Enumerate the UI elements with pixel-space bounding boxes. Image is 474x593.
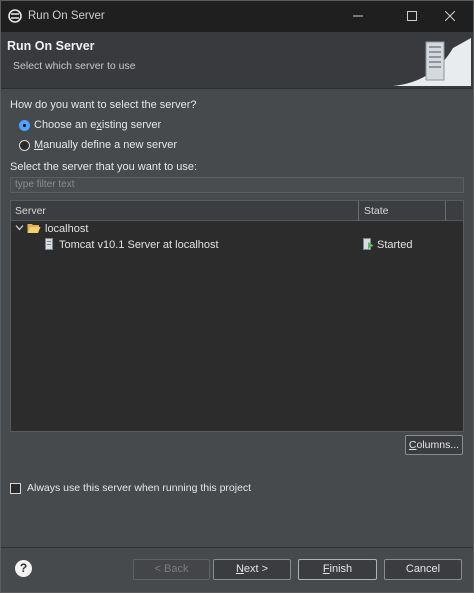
server-state-cell: Started: [363, 237, 412, 253]
finish-button[interactable]: Finish: [298, 559, 377, 580]
run-on-server-dialog: Run On Server Run On Server Select which…: [0, 0, 474, 593]
close-icon[interactable]: [427, 1, 473, 32]
column-header-state[interactable]: State: [364, 205, 389, 217]
radio-existing-server[interactable]: Choose an existing server: [19, 119, 161, 131]
selection-question: How do you want to select the server?: [10, 99, 197, 111]
table-header: Server State: [11, 201, 463, 221]
tree-row-host[interactable]: localhost: [15, 221, 88, 237]
columns-button[interactable]: Columns...: [405, 435, 463, 455]
host-name: localhost: [45, 223, 89, 235]
wizard-banner: Run On Server Select which server to use: [1, 32, 473, 89]
eclipse-app-icon: [8, 9, 22, 23]
title-bar[interactable]: Run On Server: [1, 1, 473, 32]
minimize-icon[interactable]: [335, 1, 381, 32]
server-state: Started: [377, 239, 413, 251]
radio-selected-icon[interactable]: [19, 119, 30, 131]
footer-divider: [1, 547, 473, 548]
page-title: Run On Server: [7, 39, 95, 53]
chevron-down-icon[interactable]: [15, 223, 27, 235]
help-icon[interactable]: ?: [15, 560, 32, 577]
column-header-server[interactable]: Server: [15, 205, 46, 217]
next-button[interactable]: Next >: [213, 559, 291, 580]
column-divider[interactable]: [445, 201, 446, 221]
always-use-checkbox[interactable]: Always use this server when running this…: [10, 482, 251, 494]
column-divider[interactable]: [358, 201, 359, 221]
always-use-label: Always use this server when running this…: [27, 482, 252, 494]
cancel-button[interactable]: Cancel: [384, 559, 462, 580]
radio-new-server[interactable]: Manually define a new server: [19, 139, 177, 151]
server-started-icon: [363, 237, 377, 253]
checkbox-unchecked-icon[interactable]: [10, 482, 21, 494]
server-banner-icon: [393, 38, 471, 86]
server-list-prompt: Select the server that you want to use:: [10, 161, 198, 173]
filter-input[interactable]: type filter text: [10, 177, 464, 193]
page-subtitle: Select which server to use: [13, 60, 136, 72]
server-tree-table[interactable]: Server State localhost Tomcat v10.1 Serv…: [10, 200, 464, 432]
server-name: Tomcat v10.1 Server at localhost: [59, 239, 219, 251]
window-title: Run On Server: [28, 10, 105, 22]
radio-unselected-icon[interactable]: [19, 139, 30, 151]
radio-new-label: Manually define a new server: [34, 139, 178, 151]
server-icon: [45, 237, 59, 253]
back-button[interactable]: < Back: [133, 559, 210, 580]
tree-row-server[interactable]: Tomcat v10.1 Server at localhost: [45, 237, 219, 253]
folder-open-icon: [27, 222, 43, 237]
radio-existing-label: Choose an existing server: [34, 119, 162, 131]
